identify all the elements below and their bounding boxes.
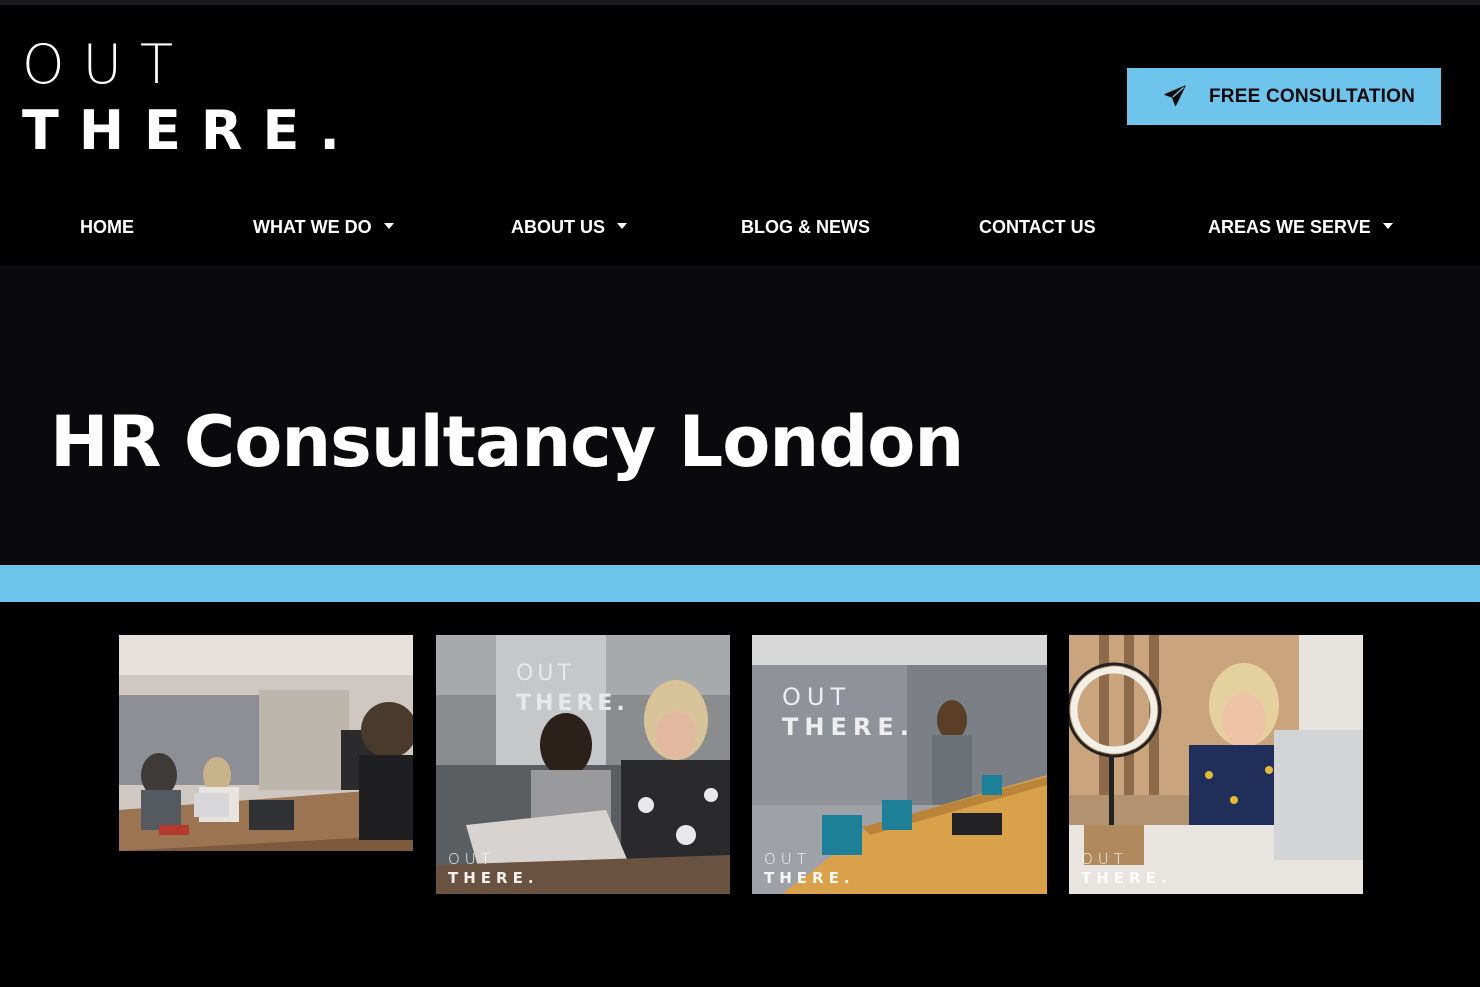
watermark-out: OUT xyxy=(448,850,495,868)
hero-banner: HR Consultancy London xyxy=(0,265,1480,565)
nav-contact-us-label: CONTACT US xyxy=(979,217,1096,237)
nav-what-we-do-label: WHAT WE DO xyxy=(253,217,372,237)
chevron-down-icon xyxy=(1382,223,1393,230)
svg-text:THERE.: THERE. xyxy=(782,713,915,741)
svg-text:OUT: OUT xyxy=(782,683,851,711)
nav-contact-us[interactable]: CONTACT US xyxy=(979,205,1096,250)
logo-line-out: OUT xyxy=(22,33,192,96)
svg-text:THERE.: THERE. xyxy=(516,691,629,716)
site-logo[interactable]: OUT THERE. xyxy=(22,33,340,167)
meeting-room-image xyxy=(119,635,413,851)
nav-blog-news-label: BLOG & NEWS xyxy=(741,217,870,237)
nav-about-us-label: ABOUT US xyxy=(511,217,605,237)
main-navigation: HOME WHAT WE DO ABOUT US BLOG & NEWS CON… xyxy=(0,205,1480,250)
nav-areas-we-serve[interactable]: AREAS WE SERVE xyxy=(1208,205,1393,250)
page-title: HR Consultancy London xyxy=(50,401,964,483)
nav-home-label: HOME xyxy=(80,217,134,237)
nav-what-we-do[interactable]: WHAT WE DO xyxy=(253,205,394,250)
gallery-photo-team-discussion[interactable]: OUT THERE. OUT THERE. xyxy=(436,635,730,894)
logo-line-there: THERE. xyxy=(22,99,360,162)
watermark-out: OUT xyxy=(1081,850,1128,868)
nav-blog-news[interactable]: BLOG & NEWS xyxy=(741,205,870,250)
watermark-there: THERE. xyxy=(764,869,855,887)
free-consultation-button[interactable]: FREE CONSULTATION xyxy=(1127,68,1441,125)
free-consultation-label: FREE CONSULTATION xyxy=(1209,86,1416,107)
watermark-out: OUT xyxy=(764,850,811,868)
site-header: OUT THERE. FREE CONSULTATION HOME WHAT W… xyxy=(0,5,1480,265)
svg-text:OUT: OUT xyxy=(516,661,575,686)
nav-areas-we-serve-label: AREAS WE SERVE xyxy=(1208,217,1371,237)
photo-gallery: OUT THERE. OUT THERE. OUT THERE. OUT THE… xyxy=(0,602,1480,987)
chevron-down-icon xyxy=(617,223,627,230)
gallery-photo-meeting-room[interactable] xyxy=(119,635,413,851)
accent-band xyxy=(0,565,1480,602)
nav-home[interactable]: HOME xyxy=(80,205,134,250)
chevron-down-icon xyxy=(383,223,394,230)
watermark-there: THERE. xyxy=(1081,869,1172,887)
gallery-photo-boardroom[interactable]: OUT THERE. OUT THERE. xyxy=(752,635,1047,894)
gallery-photo-video-call[interactable]: OUT THERE. xyxy=(1069,635,1363,894)
nav-about-us[interactable]: ABOUT US xyxy=(511,205,627,250)
watermark-there: THERE. xyxy=(448,869,539,887)
paper-plane-icon xyxy=(1164,85,1186,107)
